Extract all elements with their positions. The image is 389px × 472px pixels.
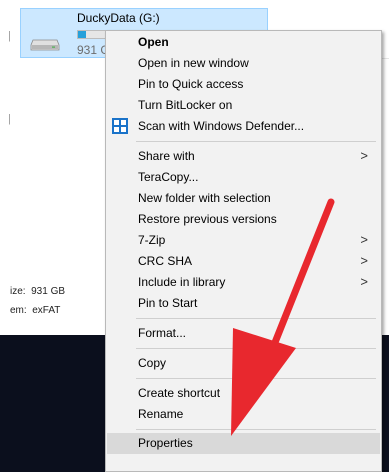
drive-usage-fill <box>78 31 86 38</box>
menu-item-label: Properties <box>138 436 193 450</box>
detail-size-value: 931 GB <box>31 286 66 297</box>
menu-separator <box>136 318 376 319</box>
chevron-right-icon: > <box>360 232 368 247</box>
detail-filesystem-row: em: exFAT <box>10 305 60 316</box>
menu-item-label: Scan with Windows Defender... <box>138 119 305 133</box>
menu-item-scan-with-windows-defender[interactable]: Scan with Windows Defender... <box>107 116 380 137</box>
menu-item-pin-to-quick-access[interactable]: Pin to Quick access <box>107 74 380 95</box>
drive-name: DuckyData (G:) <box>77 11 160 25</box>
menu-separator <box>136 348 376 349</box>
menu-item-label: TeraCopy... <box>138 170 199 184</box>
menu-item-label: Include in library <box>138 275 226 289</box>
menu-item-label: Format... <box>138 326 187 340</box>
detail-filesystem-value: exFAT <box>32 305 61 316</box>
menu-item-label: Create shortcut <box>138 386 221 400</box>
menu-item-7zip[interactable]: 7-Zip > <box>107 230 380 251</box>
menu-separator <box>136 429 376 430</box>
detail-size-row: ize: 931 GB <box>10 286 65 297</box>
menu-item-open[interactable]: Open <box>107 32 380 53</box>
menu-item-properties[interactable]: Properties <box>107 433 380 454</box>
menu-item-label: Pin to Quick access <box>138 77 244 91</box>
menu-item-label: Copy <box>138 356 167 370</box>
detail-filesystem-label: em: <box>10 305 27 316</box>
windows-defender-shield-icon <box>112 118 128 134</box>
menu-item-copy[interactable]: Copy <box>107 353 380 374</box>
menu-item-create-shortcut[interactable]: Create shortcut <box>107 383 380 404</box>
menu-item-crc-sha[interactable]: CRC SHA > <box>107 251 380 272</box>
menu-separator <box>136 378 376 379</box>
column-edge-mark: | <box>8 113 11 125</box>
menu-item-turn-bitlocker-on[interactable]: Turn BitLocker on <box>107 95 380 116</box>
menu-item-label: New folder with selection <box>138 191 271 205</box>
menu-item-label: 7-Zip <box>138 233 166 247</box>
menu-item-share-with[interactable]: Share with > <box>107 146 380 167</box>
column-edge-mark: | <box>8 30 11 42</box>
chevron-right-icon: > <box>360 253 368 268</box>
context-menu: Open Open in new window Pin to Quick acc… <box>105 30 382 472</box>
menu-item-label: Pin to Start <box>138 296 198 310</box>
menu-item-new-folder-with-selection[interactable]: New folder with selection <box>107 188 380 209</box>
menu-item-format[interactable]: Format... <box>107 323 380 344</box>
menu-item-label: Rename <box>138 407 184 421</box>
detail-size-label: ize: <box>10 286 26 297</box>
menu-item-label: Share with <box>138 149 195 163</box>
chevron-right-icon: > <box>360 148 368 163</box>
menu-item-teracopy[interactable]: TeraCopy... <box>107 167 380 188</box>
menu-item-label: Open <box>138 35 169 49</box>
menu-item-label: CRC SHA <box>138 254 193 268</box>
menu-item-open-in-new-window[interactable]: Open in new window <box>107 53 380 74</box>
menu-item-label: Turn BitLocker on <box>138 98 233 112</box>
menu-item-label: Restore previous versions <box>138 212 277 226</box>
chevron-right-icon: > <box>360 274 368 289</box>
menu-item-include-in-library[interactable]: Include in library > <box>107 272 380 293</box>
menu-item-rename[interactable]: Rename <box>107 404 380 425</box>
menu-item-label: Open in new window <box>138 56 249 70</box>
menu-separator <box>136 141 376 142</box>
menu-item-pin-to-start[interactable]: Pin to Start <box>107 293 380 314</box>
hard-drive-icon <box>30 39 60 51</box>
menu-item-restore-previous-versions[interactable]: Restore previous versions <box>107 209 380 230</box>
